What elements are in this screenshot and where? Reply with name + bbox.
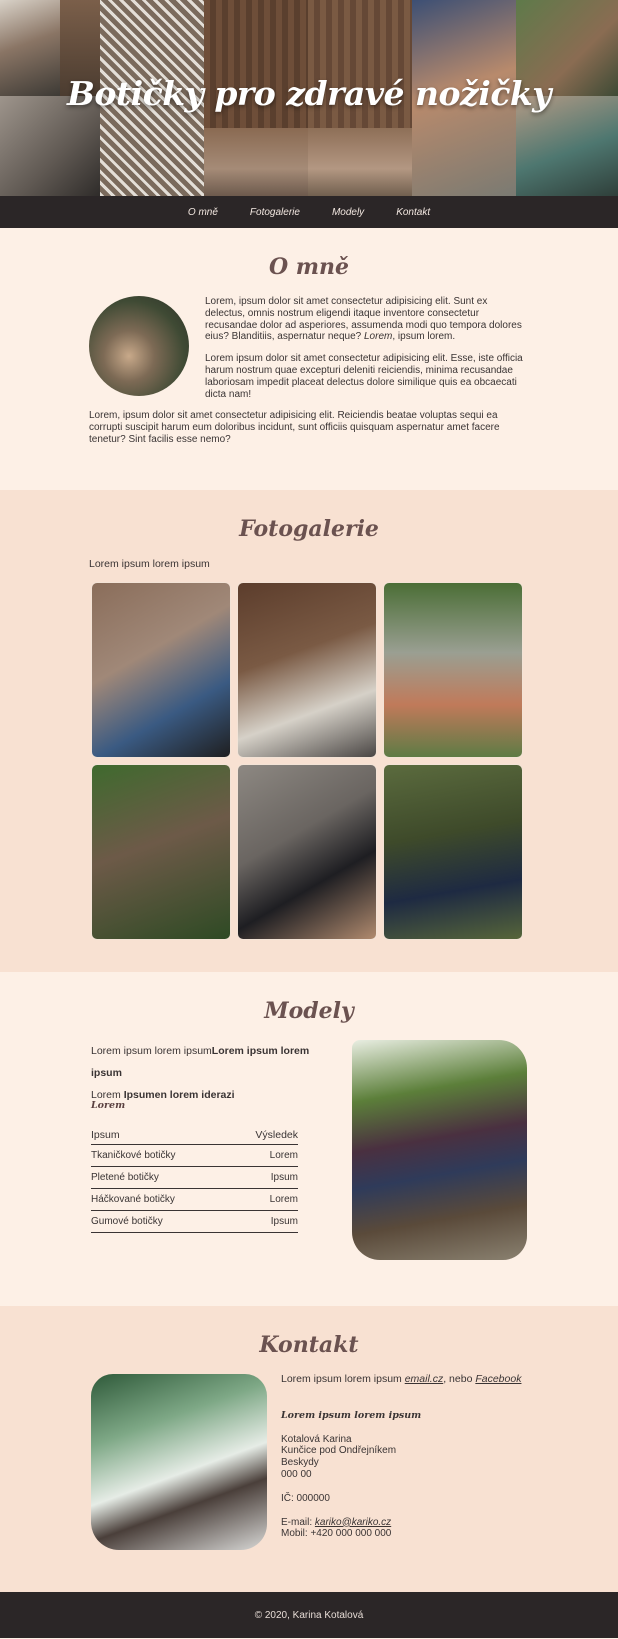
main-nav: O mně Fotogalerie Modely Kontakt <box>0 196 618 228</box>
collage-photo-bench-1 <box>204 128 308 196</box>
gallery-photo-6[interactable] <box>383 764 523 940</box>
contact-email-link[interactable]: email.cz <box>405 1373 444 1385</box>
about-title: O mně <box>268 254 350 280</box>
gallery-photo-2[interactable] <box>237 582 377 758</box>
gallery-lead: Lorem ipsum lorem ipsum <box>89 558 210 570</box>
table-cell: Lorem <box>228 1188 298 1211</box>
models-intro: Lorem ipsum lorem ipsumLorem ipsum lorem… <box>91 1040 341 1106</box>
table-header-ipsum: Ipsum <box>91 1126 229 1145</box>
contact-lead: Lorem ipsum lorem ipsum email.cz, nebo F… <box>281 1373 522 1385</box>
gallery-photo-5[interactable] <box>237 764 377 940</box>
contact-subtitle: Lorem ipsum lorem ipsum <box>281 1409 422 1421</box>
table-header-result: Výsledek <box>228 1126 298 1145</box>
contact-facebook-link[interactable]: Facebook <box>475 1373 521 1385</box>
table-cell: Ipsum <box>228 1166 298 1189</box>
contact-phone: Mobil: +420 000 000 000 <box>281 1528 392 1540</box>
nav-item-about[interactable]: O mně <box>188 207 218 218</box>
table-cell: Ipsum <box>228 1210 298 1233</box>
models-photo <box>352 1040 527 1260</box>
gallery-photo-1[interactable] <box>91 582 231 758</box>
models-body: Lorem ipsum lorem ipsumLorem ipsum lorem… <box>91 1040 527 1280</box>
site-footer: © 2020, Karina Kotalová <box>0 1592 618 1638</box>
contact-section: Kontakt Lorem ipsum lorem ipsum email.cz… <box>0 1306 618 1592</box>
about-section: O mně Lorem, ipsum dolor sit amet consec… <box>0 228 618 490</box>
models-section: Modely Lorem ipsum lorem ipsumLorem ipsu… <box>0 972 618 1306</box>
contact-photo <box>91 1374 267 1550</box>
about-avatar-photo <box>89 296 189 396</box>
gallery-photo-4[interactable] <box>91 764 231 940</box>
models-line-1: Lorem ipsum lorem ipsumLorem ipsum lorem… <box>91 1045 310 1079</box>
table-cell: Pletené botičky <box>91 1166 229 1189</box>
contact-email-address-link[interactable]: kariko@kariko.cz <box>315 1517 391 1528</box>
table-row: Háčkované botičky Lorem <box>91 1188 298 1211</box>
gallery-grid <box>91 582 527 940</box>
gallery-section: Fotogalerie Lorem ipsum lorem ipsum <box>0 490 618 972</box>
table-header-row: Ipsum Výsledek <box>91 1126 298 1145</box>
table-cell: Háčkované botičky <box>91 1188 229 1211</box>
models-subtitle: Lorem <box>91 1100 126 1111</box>
nav-item-gallery[interactable]: Fotogalerie <box>250 207 300 218</box>
site-title: Botičky pro zdravé nožičky <box>67 74 551 113</box>
contact-ico: IČ: 000000 <box>281 1492 330 1504</box>
nav-item-contact[interactable]: Kontakt <box>396 207 430 218</box>
table-row: Pletené botičky Ipsum <box>91 1166 298 1189</box>
about-body: Lorem, ipsum dolor sit amet consectetur … <box>89 296 529 446</box>
table-row: Gumové botičky Ipsum <box>91 1210 298 1233</box>
header-photo-collage: Botičky pro zdravé nožičky <box>0 0 618 196</box>
table-cell: Gumové botičky <box>91 1210 229 1233</box>
collage-photo-bench-2 <box>308 128 412 196</box>
table-cell: Tkaničkové botičky <box>91 1144 229 1167</box>
footer-copyright: © 2020, Karina Kotalová <box>254 1609 364 1621</box>
table-cell: Lorem <box>228 1144 298 1167</box>
models-line-2: Lorem Ipsumen lorem iderazi <box>91 1089 235 1101</box>
table-row: Tkaničkové botičky Lorem <box>91 1144 298 1167</box>
contact-details: Lorem ipsum lorem ipsum email.cz, nebo F… <box>281 1373 531 1540</box>
contact-title: Kontakt <box>259 1332 359 1358</box>
models-title: Modely <box>264 998 354 1024</box>
about-paragraph-2: Lorem ipsum dolor sit amet consectetur a… <box>205 353 523 400</box>
site-header: Botičky pro zdravé nožičky O mně Fotogal… <box>0 0 618 228</box>
about-paragraph-1: Lorem, ipsum dolor sit amet consectetur … <box>205 296 522 343</box>
gallery-photo-3[interactable] <box>383 582 523 758</box>
about-paragraph-3: Lorem, ipsum dolor sit amet consectetur … <box>89 410 500 445</box>
models-table: Ipsum Výsledek Tkaničkové botičky Lorem … <box>91 1126 298 1233</box>
gallery-title: Fotogalerie <box>239 516 379 542</box>
contact-body: Lorem ipsum lorem ipsum email.cz, nebo F… <box>91 1373 527 1554</box>
contact-email-line: E-mail: kariko@kariko.cz <box>281 1516 392 1528</box>
nav-item-models[interactable]: Modely <box>332 207 364 218</box>
contact-address: Kotalová Karina Kunčice pod Ondřejníkem … <box>281 1433 397 1480</box>
